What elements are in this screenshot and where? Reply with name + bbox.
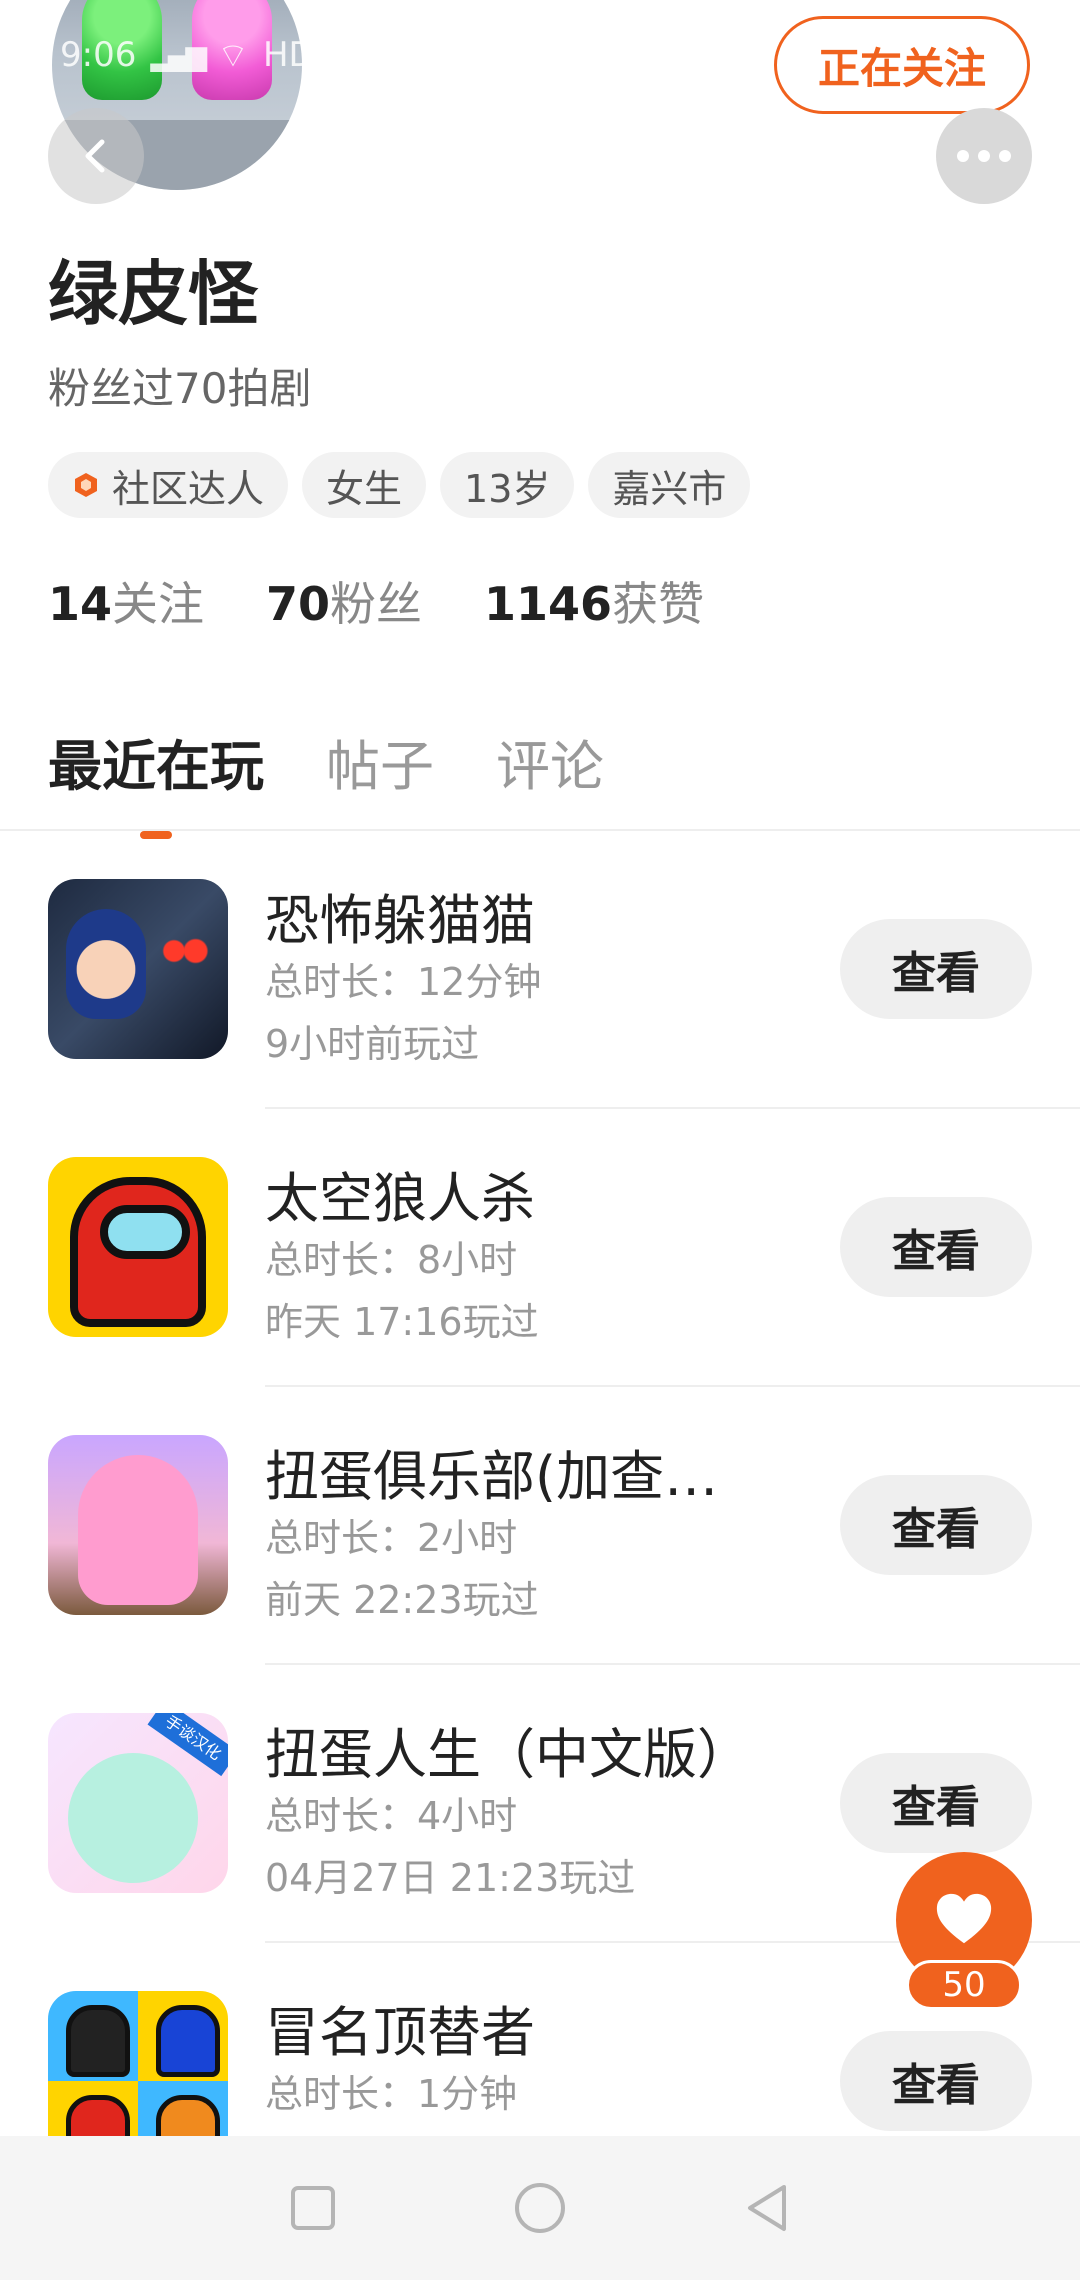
view-button[interactable]: 查看 [840,2031,1032,2131]
profile-tabs: 最近在玩 帖子 评论 [48,722,604,839]
view-button[interactable]: 查看 [840,1753,1032,1853]
icon-art [48,1991,138,2081]
heart-icon [936,1893,992,1944]
stat-number: 1146 [484,577,613,631]
tag-label: 社区达人 [112,466,265,511]
game-duration: 总时长：2小时 [265,1516,518,1560]
wifi-icon: ⌔ [216,35,249,76]
tag-label: 13岁 [464,466,551,511]
tag-city: 嘉兴市 [588,452,751,518]
tag-age: 13岁 [440,452,575,518]
expert-badge-icon [75,473,97,497]
icon-art [138,1991,228,2081]
more-dot [978,150,990,162]
tag-label: 嘉兴市 [612,466,727,511]
status-time: 9:06 [60,35,137,75]
list-item[interactable]: 扭蛋俱乐部(加查俱… 总时长：2小时 前天 22:23玩过 查看 [0,1387,1080,1665]
tab-recently-played[interactable]: 最近在玩 [48,722,264,839]
status-bar: 9:06 ▂▄▆ ⌔ HD [60,30,315,80]
tag-gender: 女生 [302,452,427,518]
game-last-played: 9小时前玩过 [265,1022,480,1066]
user-nickname: 绿皮怪 [48,253,258,335]
tab-comments[interactable]: 评论 [496,722,604,801]
icon-art [138,2081,228,2136]
following-button[interactable]: 正在关注 [774,16,1030,114]
game-duration: 总时长：4小时 [265,1794,518,1838]
game-icon-horror-hide-seek[interactable] [48,879,228,1059]
view-button[interactable]: 查看 [840,1197,1032,1297]
game-icon-gacha-life[interactable]: 手谈汉化 [48,1713,228,1893]
game-duration: 总时长：8小时 [265,1238,518,1282]
icon-art [66,909,146,1019]
game-title: 冒名顶替者 [265,2001,535,2064]
game-icon-impostor[interactable] [48,1991,228,2136]
like-count-badge: 50 [906,1960,1022,2010]
system-navigation-bar [0,2136,1080,2280]
more-options-button[interactable] [936,108,1032,204]
user-stats: 14关注 70粉丝 1146获赞 [48,568,704,634]
back-triangle-icon[interactable] [740,2181,794,2235]
list-item[interactable]: 太空狼人杀 总时长：8小时 昨天 17:16玩过 查看 [0,1109,1080,1387]
tab-label: 评论 [496,735,604,798]
stat-number: 70 [266,577,331,631]
game-last-played: 昨天 17:16玩过 [265,1300,539,1344]
recent-apps-icon[interactable] [286,2181,340,2235]
game-icon-among-us[interactable] [48,1157,228,1337]
game-title: 恐怖躲猫猫 [265,889,535,952]
home-icon[interactable] [513,2181,567,2235]
signal-icon: ▂▄▆ [150,38,207,72]
tab-label: 最近在玩 [48,735,264,798]
stat-label: 粉丝 [330,577,423,631]
stat-number: 14 [48,577,113,631]
game-title: 太空狼人杀 [265,1167,535,1230]
user-bio: 粉丝过70拍剧 [48,364,312,413]
stat-label: 关注 [112,577,205,631]
view-button[interactable]: 查看 [840,1475,1032,1575]
game-icon-gacha-club[interactable] [48,1435,228,1615]
more-dot [999,150,1011,162]
game-duration: 总时长：12分钟 [265,960,542,1004]
tag-community-expert[interactable]: 社区达人 [48,452,289,518]
icon-art [100,1205,190,1259]
chevron-left-icon [85,139,105,173]
game-duration: 总时长：1分钟 [265,2072,518,2116]
status-hd: HD [262,35,315,75]
stat-following[interactable]: 14关注 [48,568,204,634]
user-tags: 社区达人 女生 13岁 嘉兴市 [48,452,751,518]
stat-likes: 1146获赞 [484,568,704,634]
icon-art [68,1753,198,1883]
icon-art [78,1455,198,1605]
tag-label: 女生 [326,466,403,511]
tab-posts[interactable]: 帖子 [326,722,434,801]
game-last-played: 04月27日 21:23玩过 [265,1856,636,1900]
game-title: 扭蛋人生（中文版） [265,1723,751,1786]
stat-label: 获赞 [612,577,705,631]
game-last-played: 前天 22:23玩过 [265,1578,539,1622]
list-item[interactable]: 恐怖躲猫猫 总时长：12分钟 9小时前玩过 查看 [0,831,1080,1109]
back-button[interactable] [48,108,144,204]
stat-followers[interactable]: 70粉丝 [266,568,422,634]
more-dot [957,150,969,162]
game-title: 扭蛋俱乐部(加查俱… [265,1445,765,1508]
tab-label: 帖子 [326,735,434,798]
view-button[interactable]: 查看 [840,919,1032,1019]
icon-art [48,2081,138,2136]
